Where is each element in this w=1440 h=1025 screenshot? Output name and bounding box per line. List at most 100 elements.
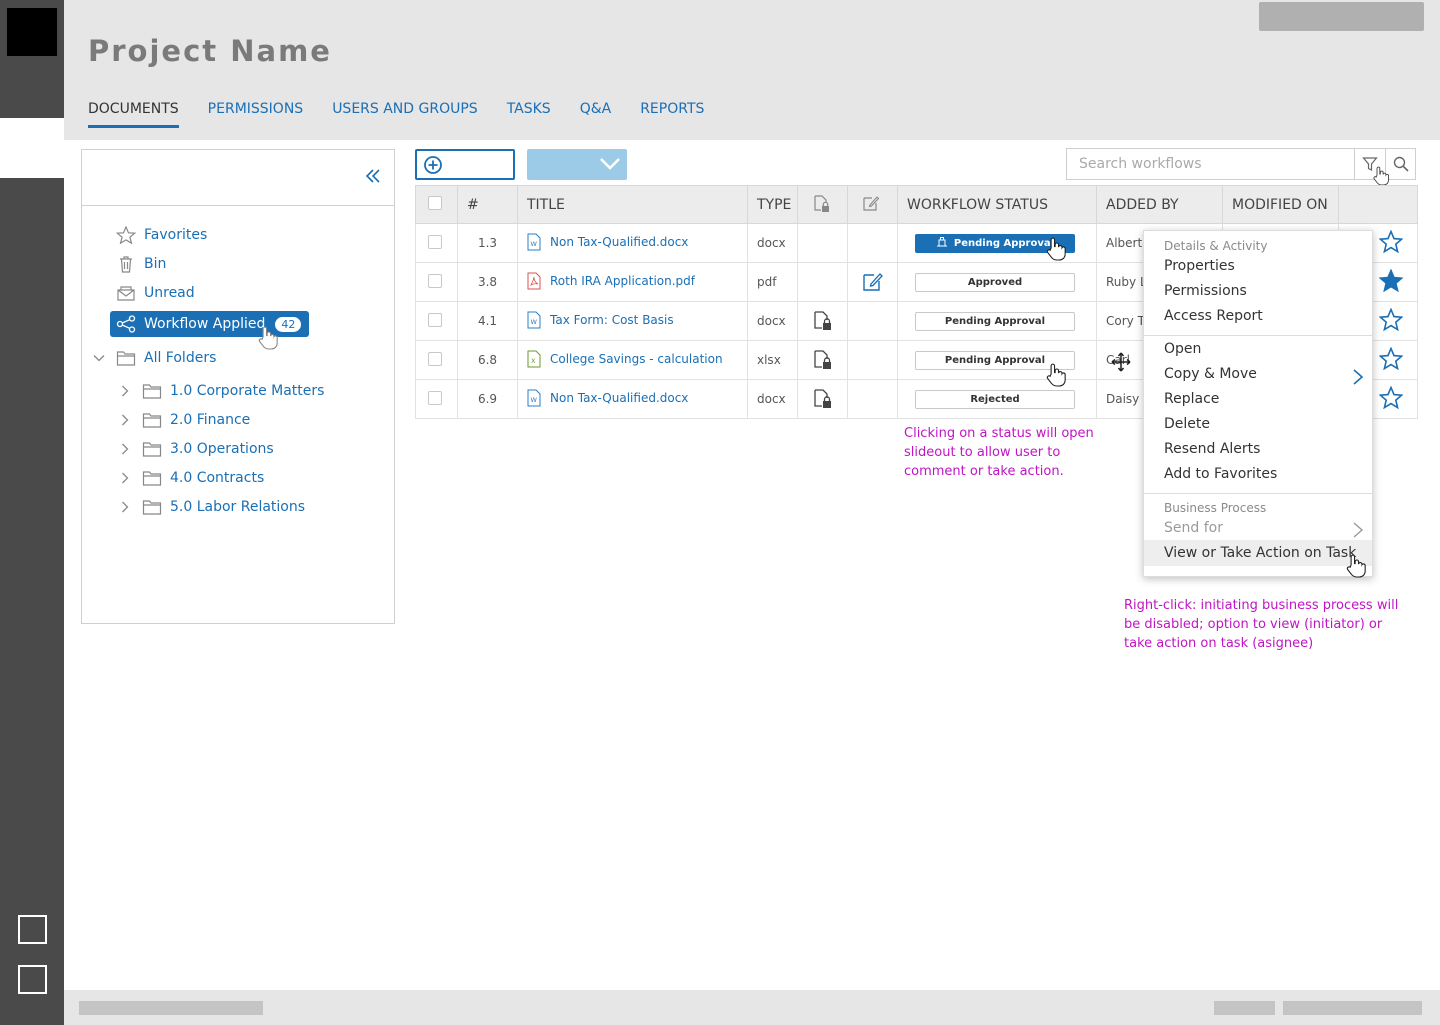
folder-item[interactable]: 2.0 Finance — [118, 412, 250, 428]
folder-item[interactable]: 1.0 Corporate Matters — [118, 383, 324, 399]
column-header-number[interactable]: # — [457, 185, 518, 224]
chevron-right-icon — [1353, 522, 1364, 538]
folder-all-folders[interactable]: All Folders — [92, 350, 216, 366]
sidebar-item-unread[interactable]: Unread — [116, 284, 195, 302]
row-checkbox[interactable] — [428, 390, 442, 405]
edit-doc-icon[interactable] — [862, 270, 884, 292]
folder-item[interactable]: 5.0 Labor Relations — [118, 499, 305, 515]
doc-number: 6.9 — [457, 379, 518, 419]
tab-tasks[interactable]: TASKS — [507, 101, 551, 128]
doc-title-link[interactable]: Roth IRA Application.pdf — [527, 272, 695, 290]
doc-title-link[interactable]: W Non Tax-Qualified.docx — [527, 389, 688, 407]
app-rail — [0, 0, 64, 1025]
star-filled-icon[interactable] — [1378, 268, 1404, 293]
row-checkbox[interactable] — [428, 351, 442, 366]
menu-item-add-to-favorites[interactable]: Add to Favorites — [1164, 466, 1277, 482]
actions-dropdown[interactable] — [527, 149, 627, 180]
chevron-right-icon — [1353, 369, 1364, 385]
star-outline-icon[interactable] — [1378, 346, 1404, 371]
column-header-lock[interactable] — [797, 185, 848, 224]
page-header: Project Name DOCUMENTS PERMISSIONS USERS… — [64, 0, 1440, 140]
sidebar-item-workflow-applied[interactable]: Workflow Applied 42 — [110, 311, 310, 337]
chevron-right-icon — [122, 501, 129, 513]
svg-text:W: W — [531, 318, 538, 326]
rail-button-1[interactable] — [18, 915, 47, 944]
workflow-status-button[interactable]: Pending Approval — [915, 311, 1075, 331]
header-action-button[interactable] — [1259, 2, 1424, 31]
row-checkbox[interactable] — [428, 234, 442, 249]
edit-cell — [847, 262, 898, 302]
menu-item-properties[interactable]: Properties — [1164, 258, 1235, 274]
hand-cursor-icon — [1046, 363, 1066, 387]
tab-permissions[interactable]: PERMISSIONS — [208, 101, 304, 128]
sidebar-item-label: Workflow Applied — [144, 316, 266, 332]
context-menu: Details & Activity Properties Permission… — [1143, 230, 1373, 577]
hand-cursor-icon — [1346, 554, 1366, 578]
column-header-title[interactable]: TITLE — [517, 185, 748, 224]
sidebar-item-label: Favorites — [144, 227, 208, 243]
sidebar-item-label: Bin — [144, 256, 167, 272]
add-button[interactable] — [415, 149, 515, 180]
chevron-right-icon — [122, 443, 129, 455]
hand-cursor-icon — [1373, 166, 1389, 186]
folder-item[interactable]: 4.0 Contracts — [118, 470, 264, 486]
folder-label: 3.0 Operations — [170, 441, 274, 457]
menu-item-access-report[interactable]: Access Report — [1164, 308, 1263, 324]
workflow-status-button[interactable]: Rejected — [915, 389, 1075, 409]
tab-bar: DOCUMENTS PERMISSIONS USERS AND GROUPS T… — [88, 101, 733, 128]
doc-title-link[interactable]: W Non Tax-Qualified.docx — [527, 233, 688, 251]
lock-doc-icon[interactable] — [812, 348, 832, 370]
search-input[interactable] — [1067, 149, 1354, 179]
star-outline-icon[interactable] — [1378, 385, 1404, 410]
select-all-checkbox[interactable] — [428, 195, 442, 210]
footer-placeholder-mid — [1214, 1001, 1275, 1015]
lock-doc-icon[interactable] — [812, 387, 832, 409]
menu-item-resend-alerts[interactable]: Resend Alerts — [1164, 441, 1260, 457]
lock-doc-icon — [814, 194, 829, 212]
annotation-rightclick-note: Right-click: initiating business process… — [1124, 598, 1399, 651]
folder-icon — [142, 442, 162, 457]
lock-doc-icon[interactable] — [812, 309, 832, 331]
sidebar-item-favorites[interactable]: Favorites — [116, 226, 207, 244]
menu-item-delete[interactable]: Delete — [1164, 416, 1210, 432]
menu-item-permissions[interactable]: Permissions — [1164, 283, 1247, 299]
tab-users-and-groups[interactable]: USERS AND GROUPS — [332, 101, 478, 128]
menu-item-copy-move[interactable]: Copy & Move — [1164, 366, 1257, 382]
lock-cell — [797, 340, 848, 380]
doc-title-link[interactable]: W Tax Form: Cost Basis — [527, 311, 674, 329]
star-outline-icon[interactable] — [1378, 229, 1404, 254]
lock-cell — [797, 379, 848, 419]
svg-text:X: X — [531, 357, 536, 365]
column-header-edit[interactable] — [847, 185, 898, 224]
star-outline-icon[interactable] — [1378, 307, 1404, 332]
tab-documents[interactable]: DOCUMENTS — [88, 101, 179, 128]
excel-file-icon: X — [527, 350, 541, 367]
doc-number: 3.8 — [457, 262, 518, 302]
column-header-type[interactable]: TYPE — [747, 185, 798, 224]
tab-qa[interactable]: Q&A — [580, 101, 612, 128]
doc-title-link[interactable]: X College Savings - calculation — [527, 350, 723, 368]
doc-number: 1.3 — [457, 223, 518, 263]
rail-active-item[interactable] — [0, 118, 64, 178]
sidebar-item-bin[interactable]: Bin — [116, 255, 166, 273]
folder-icon — [142, 471, 162, 486]
chevron-down-icon — [600, 158, 620, 170]
column-header-modified-on[interactable]: MODIFIED ON — [1222, 185, 1339, 224]
row-checkbox[interactable] — [428, 312, 442, 327]
menu-item-replace[interactable]: Replace — [1164, 391, 1219, 407]
folder-item[interactable]: 3.0 Operations — [118, 441, 274, 457]
workflow-status-button[interactable]: Approved — [915, 272, 1075, 292]
tab-reports[interactable]: REPORTS — [640, 101, 704, 128]
rail-button-2[interactable] — [18, 965, 47, 994]
column-header-workflow-status[interactable]: WORKFLOW STATUS — [897, 185, 1097, 224]
page-title: Project Name — [88, 34, 332, 68]
doc-title: Non Tax-Qualified.docx — [550, 234, 689, 249]
column-header-added-by[interactable]: ADDED BY — [1096, 185, 1223, 224]
app-logo[interactable] — [7, 8, 57, 56]
menu-item-open[interactable]: Open — [1164, 341, 1201, 357]
table-header-row: # TITLE TYPE WORKFLOW STATUS ADDED BY MO… — [415, 185, 1418, 224]
menu-item-view-task[interactable]: View or Take Action on Task — [1164, 545, 1356, 561]
collapse-panel-icon[interactable] — [364, 166, 382, 190]
folder-label: 4.0 Contracts — [170, 470, 265, 486]
row-checkbox[interactable] — [428, 273, 442, 288]
